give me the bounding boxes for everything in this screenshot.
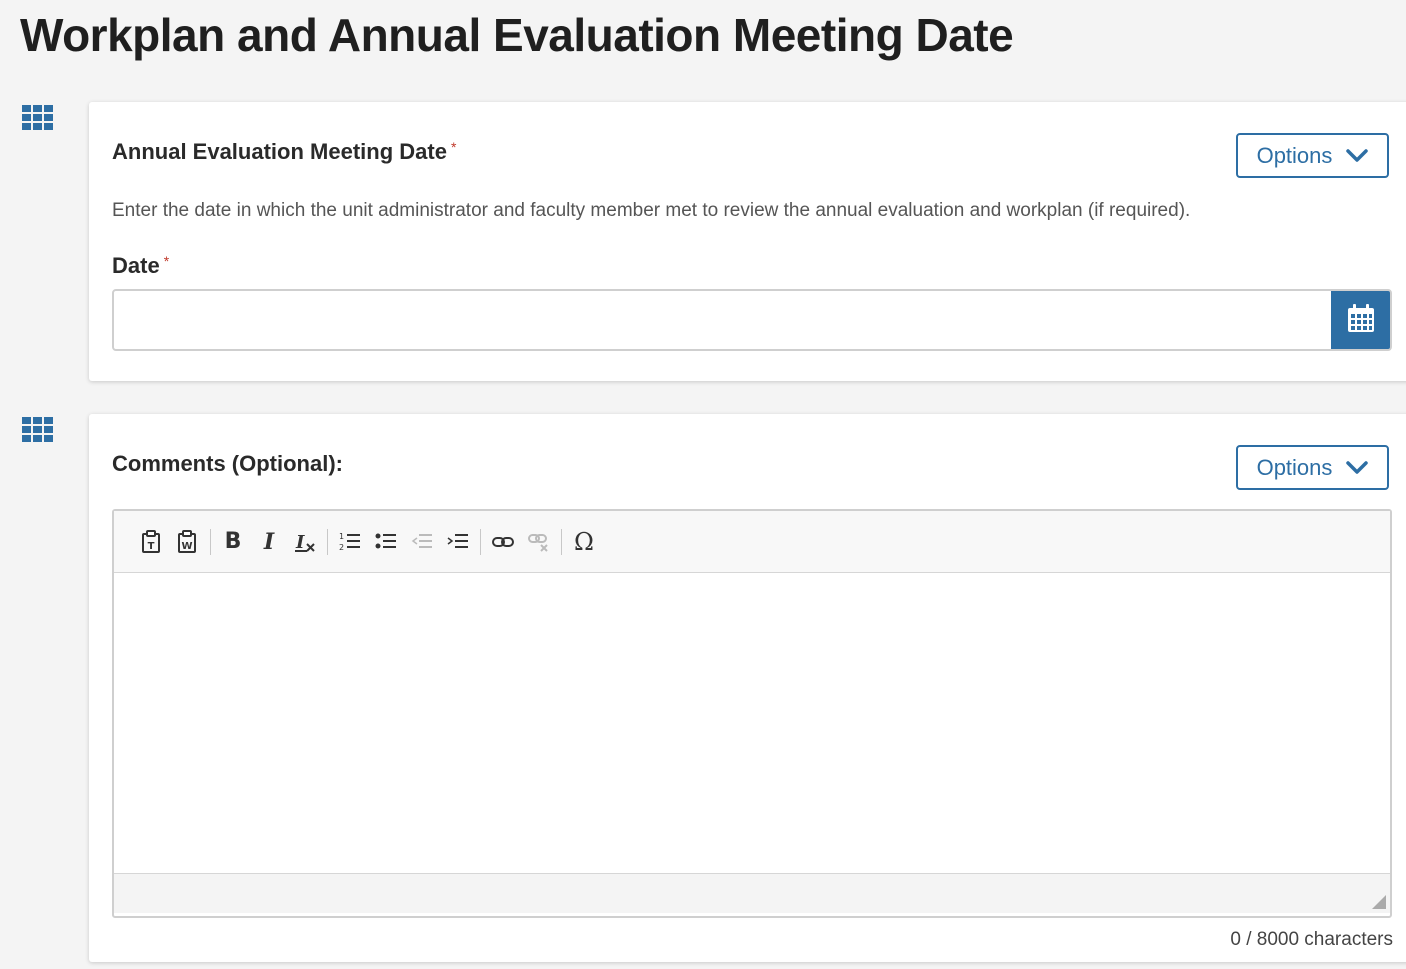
section-title-text: Annual Evaluation Meeting Date [112,139,447,164]
svg-text:1: 1 [339,532,344,541]
bulleted-list-icon[interactable] [368,524,404,560]
page-title: Workplan and Annual Evaluation Meeting D… [20,9,1014,61]
special-character-button[interactable]: Ω [566,524,602,560]
rich-text-editor: T W B I I 12 Ω [112,509,1392,918]
required-mark: * [450,139,457,155]
calendar-button[interactable] [1331,291,1390,349]
remove-format-icon[interactable]: I [287,524,323,560]
options-label: Options [1256,454,1333,480]
italic-button[interactable]: I [251,524,287,560]
unlink-icon[interactable] [521,524,557,560]
toolbar-separator [561,528,562,555]
required-mark: * [163,253,170,269]
svg-text:T: T [148,541,155,552]
helper-text: Enter the date in which the unit adminis… [112,200,1191,221]
meeting-date-card: Annual Evaluation Meeting Date * Options … [89,102,1406,381]
date-field [112,289,1392,351]
options-button[interactable]: Options [1236,133,1389,178]
date-input[interactable] [114,291,1332,349]
paste-text-icon[interactable]: T [134,524,170,560]
resize-handle-icon[interactable] [1372,895,1386,909]
toolbar-separator [210,528,211,555]
link-icon[interactable] [485,524,521,560]
editor-toolbar: T W B I I 12 Ω [114,511,1390,573]
date-label-text: Date [112,253,160,278]
chevron-down-icon [1346,143,1369,169]
svg-text:W: W [181,541,192,552]
section-title: Annual Evaluation Meeting Date * [112,139,456,165]
editor-statusbar [114,873,1390,913]
options-label: Options [1256,142,1333,168]
paste-word-icon[interactable]: W [170,524,206,560]
numbered-list-icon[interactable]: 12 [332,524,368,560]
comments-card: Comments (Optional): Options T W B I I 1… [89,414,1406,962]
options-button[interactable]: Options [1236,445,1389,490]
bold-button[interactable]: B [215,524,251,560]
comments-text-area[interactable] [114,573,1390,873]
toolbar-separator [327,528,328,555]
date-label: Date * [112,253,169,279]
svg-text:I: I [295,532,305,553]
grid-icon[interactable] [22,417,54,443]
section-title: Comments (Optional): [112,451,343,476]
toolbar-separator [480,528,481,555]
chevron-down-icon [1346,455,1369,481]
grid-icon[interactable] [22,105,54,131]
character-count: 0 / 8000 characters [1230,929,1393,950]
decrease-indent-icon[interactable] [404,524,440,560]
calendar-icon [1347,303,1375,338]
increase-indent-icon[interactable] [440,524,476,560]
svg-text:2: 2 [339,543,344,552]
